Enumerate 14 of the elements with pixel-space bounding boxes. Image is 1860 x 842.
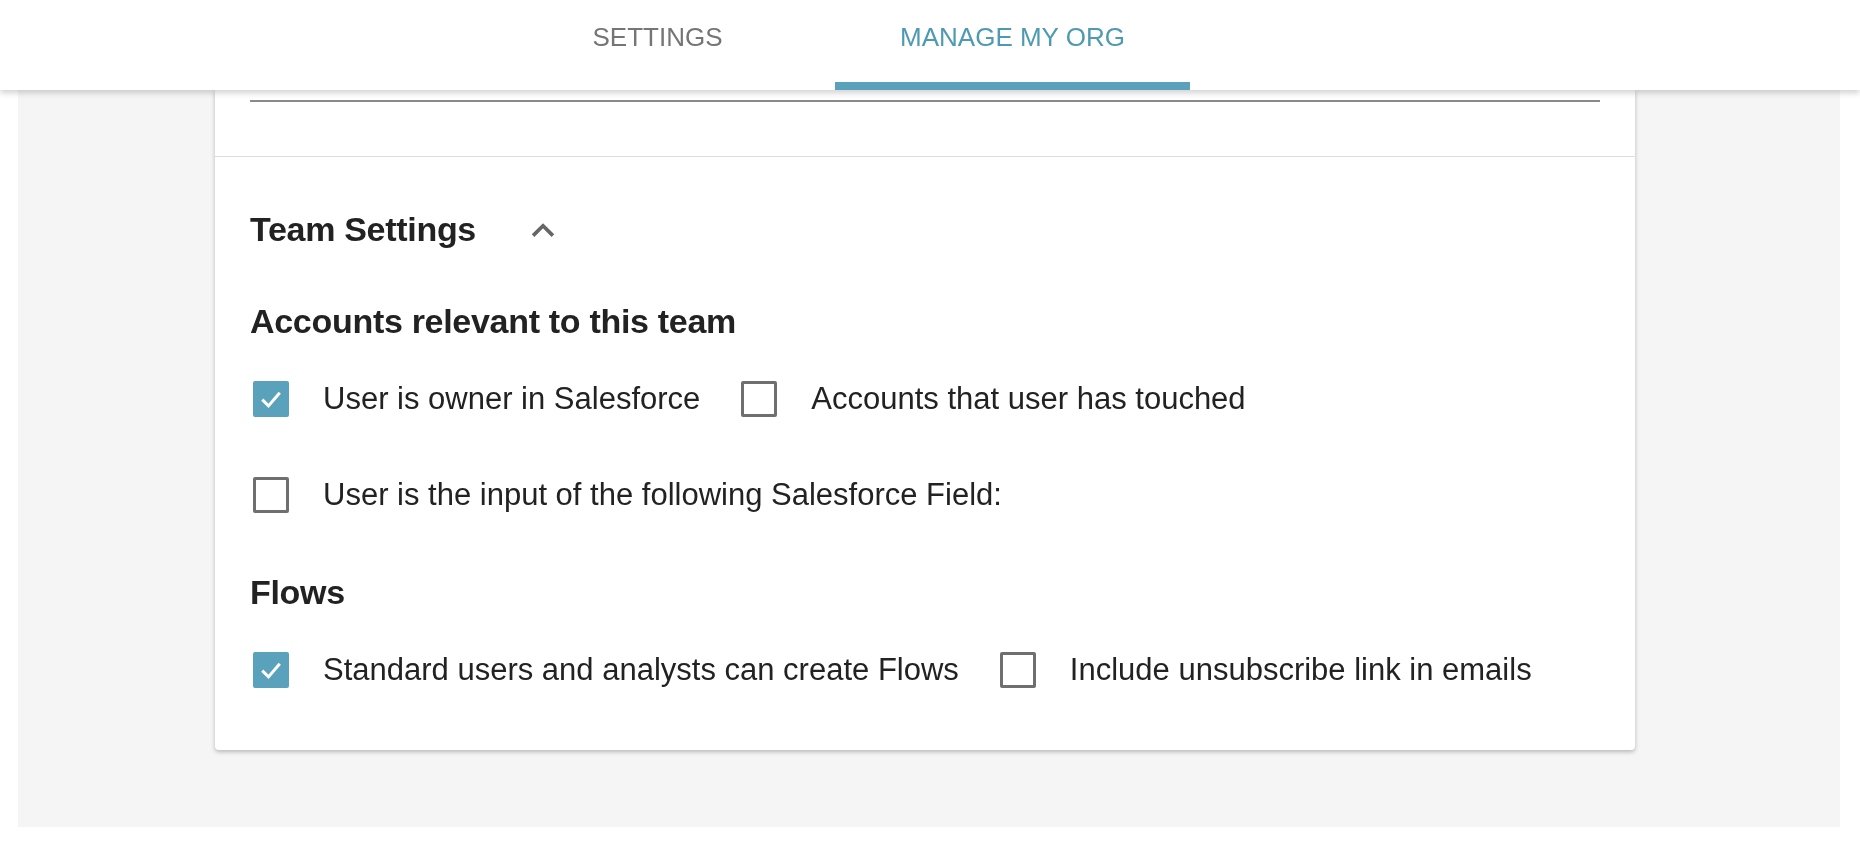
checkbox[interactable] <box>253 381 289 417</box>
group-heading: Accounts relevant to this team <box>250 302 737 341</box>
checkbox-label: User is the input of the following Salesforce Field: <box>323 477 1002 513</box>
checkbox[interactable] <box>741 381 778 417</box>
checkbox[interactable] <box>253 652 289 688</box>
section-title: Team Settings <box>250 210 476 249</box>
group-heading: Flows <box>250 573 346 612</box>
checkbox-label: User is owner in Salesforce <box>323 381 701 417</box>
tab[interactable]: SETTINGS <box>480 0 835 90</box>
checkbox-label: Include unsubscribe link in emails <box>1069 652 1532 688</box>
checkbox[interactable] <box>999 652 1036 688</box>
checkbox-label: Standard users and analysts can create Flows <box>323 652 959 688</box>
checkbox[interactable] <box>253 477 289 513</box>
checkbox-label: Accounts that user has touched <box>811 381 1246 417</box>
